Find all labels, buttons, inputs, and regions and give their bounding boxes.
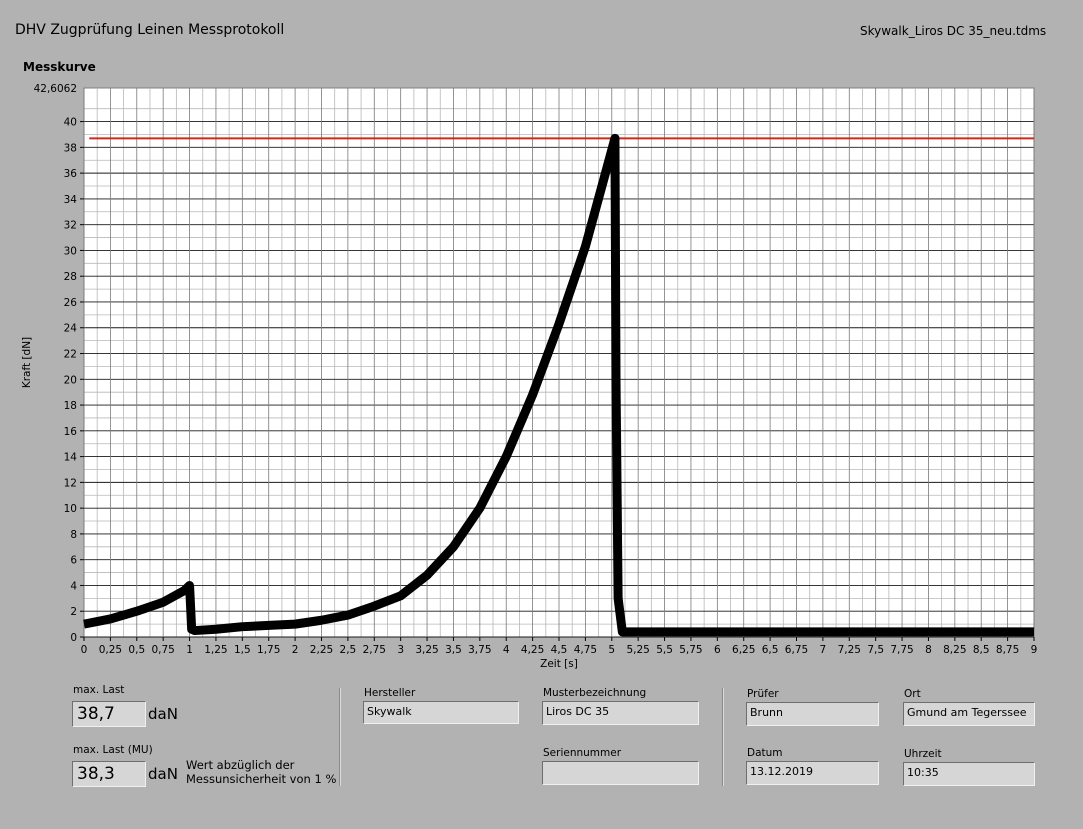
y-tick-label: 14	[64, 452, 78, 464]
y-tick-label: 26	[64, 297, 78, 309]
hersteller-field[interactable]: Skywalk	[363, 701, 519, 724]
ort-label: Ort	[904, 688, 921, 700]
x-tick-label: 4	[503, 644, 510, 656]
x-tick-label: 2	[292, 644, 299, 656]
x-tick-label: 1,75	[257, 644, 280, 656]
x-tick-label: 8	[925, 644, 932, 656]
x-tick-label: 0,75	[151, 644, 174, 656]
max-last-unit: daN	[148, 705, 178, 723]
y-tick-label: 16	[64, 426, 78, 438]
x-tick-label: 5,25	[626, 644, 649, 656]
x-tick-label: 3,5	[445, 644, 462, 656]
max-last-mu-label: max. Last (MU)	[73, 744, 153, 756]
y-tick-label: 32	[64, 220, 77, 232]
muster-label: Musterbezeichnung	[543, 687, 647, 699]
y-tick-label: 34	[64, 194, 78, 206]
x-tick-label: 0	[81, 644, 88, 656]
y-tick-label: 20	[64, 374, 77, 386]
x-tick-label: 2,25	[310, 644, 333, 656]
y-tick-label: 0	[70, 632, 77, 644]
y-tick-label: 38	[64, 142, 77, 154]
mu-note-line1: Wert abzüglich der	[186, 758, 295, 772]
hersteller-value: Skywalk	[367, 705, 412, 718]
x-tick-label: 9	[1031, 644, 1038, 656]
y-tick-label: 4	[70, 580, 77, 592]
y-tick-label: 2	[70, 606, 77, 618]
x-tick-label: 2,5	[340, 644, 357, 656]
x-tick-label: 6	[714, 644, 721, 656]
x-tick-label: 1,5	[234, 644, 251, 656]
x-tick-label: 1,25	[204, 644, 227, 656]
x-tick-label: 7,5	[867, 644, 884, 656]
y-tick-label: 24	[64, 323, 78, 335]
x-axis-label: Zeit [s]	[540, 658, 578, 670]
y-axis-label: Kraft [dN]	[21, 337, 33, 388]
y-axis-max-label: 42,6062	[34, 83, 77, 95]
separator	[339, 688, 341, 786]
uhrzeit-value: 10:35	[907, 766, 939, 779]
max-last-mu-unit: daN	[148, 765, 178, 783]
separator	[722, 688, 724, 786]
x-tick-label: 0,5	[128, 644, 145, 656]
x-tick-label: 3,75	[468, 644, 491, 656]
datum-label: Datum	[747, 747, 783, 759]
uhrzeit-field[interactable]: 10:35	[903, 762, 1035, 786]
serien-label: Seriennummer	[543, 747, 622, 759]
hersteller-label: Hersteller	[364, 687, 416, 699]
x-tick-label: 0,25	[99, 644, 122, 656]
x-tick-label: 4,75	[574, 644, 597, 656]
x-tick-label: 6,75	[785, 644, 808, 656]
pruefer-label: Prüfer	[747, 688, 779, 700]
x-tick-label: 8,25	[943, 644, 966, 656]
x-tick-label: 6,25	[732, 644, 755, 656]
x-tick-label: 5,5	[656, 644, 673, 656]
x-tick-label: 6,5	[762, 644, 779, 656]
ort-field[interactable]: Gmund am Tegerssee	[903, 702, 1035, 726]
force-time-chart: 024681012141618202224262830323436384042,…	[21, 83, 1038, 670]
max-last-mu-value: 38,3	[77, 764, 115, 784]
y-tick-label: 12	[64, 477, 77, 489]
max-last-value: 38,7	[77, 704, 115, 724]
datum-field[interactable]: 13.12.2019	[746, 761, 879, 785]
y-tick-label: 30	[64, 245, 77, 257]
x-tick-label: 7,75	[890, 644, 913, 656]
datum-value: 13.12.2019	[750, 765, 813, 778]
pruefer-field[interactable]: Brunn	[746, 702, 879, 726]
x-tick-label: 1	[186, 644, 193, 656]
max-last-display: 38,7	[72, 701, 146, 727]
y-tick-label: 36	[64, 168, 78, 180]
x-tick-label: 7,25	[838, 644, 861, 656]
y-tick-label: 10	[64, 503, 77, 515]
x-tick-label: 8,5	[973, 644, 990, 656]
y-tick-label: 22	[64, 349, 77, 361]
y-tick-label: 28	[64, 271, 77, 283]
x-tick-label: 4,25	[521, 644, 544, 656]
x-tick-label: 3,25	[415, 644, 438, 656]
y-tick-label: 18	[64, 400, 77, 412]
pruefer-value: Brunn	[750, 706, 783, 719]
x-tick-label: 2,75	[363, 644, 386, 656]
x-tick-label: 7	[820, 644, 827, 656]
y-tick-label: 40	[64, 117, 77, 129]
x-tick-label: 5,75	[679, 644, 702, 656]
muster-value: Liros DC 35	[546, 705, 610, 718]
max-last-mu-display: 38,3	[72, 761, 146, 787]
x-tick-label: 3	[397, 644, 404, 656]
x-tick-label: 4,5	[551, 644, 568, 656]
muster-field[interactable]: Liros DC 35	[542, 701, 699, 725]
y-tick-label: 8	[70, 529, 77, 541]
mu-note: Wert abzüglich der Messunsicherheit von …	[186, 758, 336, 786]
ort-value: Gmund am Tegerssee	[907, 706, 1027, 719]
x-tick-label: 5	[608, 644, 615, 656]
y-tick-label: 6	[70, 555, 77, 567]
x-tick-label: 8,75	[996, 644, 1019, 656]
mu-note-line2: Messunsicherheit von 1 %	[186, 772, 337, 786]
serien-field[interactable]	[542, 761, 699, 785]
uhrzeit-label: Uhrzeit	[904, 748, 942, 760]
max-last-label: max. Last	[73, 684, 125, 696]
